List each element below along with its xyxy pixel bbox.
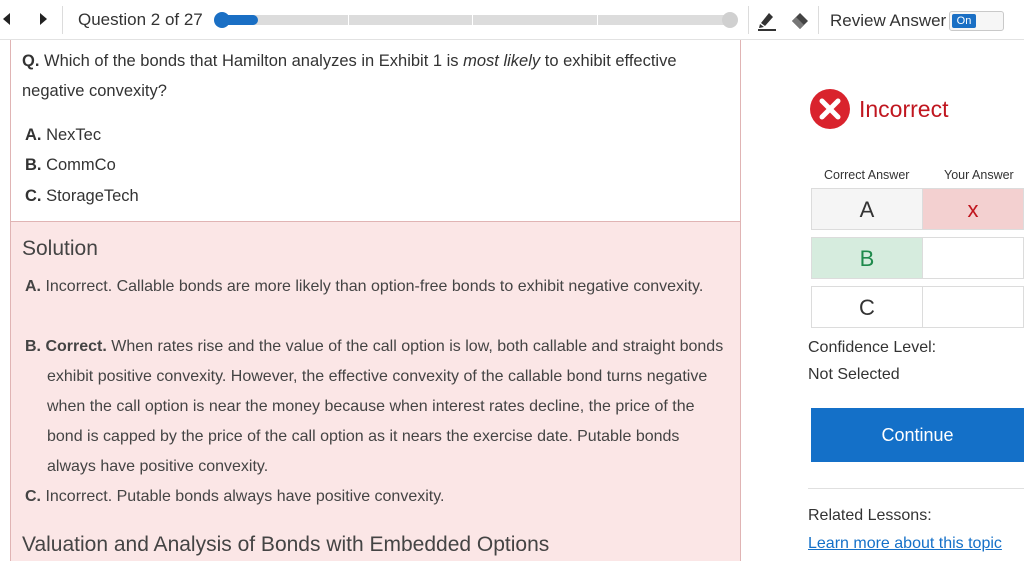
solution-title: Solution bbox=[22, 237, 98, 260]
question-emphasis: most likely bbox=[463, 52, 541, 70]
divider bbox=[62, 6, 63, 34]
confidence-label: Confidence Level: bbox=[808, 339, 937, 356]
solution-text: Callable bonds are more likely than opti… bbox=[116, 278, 704, 295]
solution-letter: B. bbox=[25, 338, 41, 355]
your-answer-cell bbox=[922, 237, 1024, 279]
progress-track bbox=[222, 15, 730, 25]
progress-bar[interactable] bbox=[214, 12, 738, 28]
progress-tick bbox=[597, 14, 598, 26]
answer-choice-c[interactable]: C. StorageTech bbox=[25, 187, 139, 206]
choice-letter: A. bbox=[25, 126, 42, 144]
question-text-part: Which of the bonds that Hamilton analyze… bbox=[39, 52, 464, 70]
solution-status: Correct. bbox=[45, 338, 107, 355]
choice-text: NexTec bbox=[46, 126, 102, 144]
choice-text: CommCo bbox=[46, 156, 116, 174]
progress-end-knob bbox=[722, 12, 738, 28]
question-counter: Question 2 of 27 bbox=[78, 10, 203, 29]
eraser-icon[interactable] bbox=[789, 9, 811, 31]
topic-title: Valuation and Analysis of Bonds with Emb… bbox=[22, 533, 550, 556]
divider bbox=[818, 6, 819, 34]
progress-tick bbox=[348, 14, 349, 26]
review-answer-label: Review Answer bbox=[830, 11, 947, 30]
progress-tick bbox=[472, 14, 473, 26]
continue-button[interactable]: Continue bbox=[811, 408, 1024, 462]
next-question-icon[interactable] bbox=[36, 10, 50, 28]
your-answer-cell bbox=[922, 286, 1024, 328]
question-text: Q. Which of the bonds that Hamilton anal… bbox=[22, 46, 712, 106]
incorrect-icon bbox=[809, 88, 851, 130]
question-panel: Q. Which of the bonds that Hamilton anal… bbox=[10, 40, 741, 222]
correct-answer-cell: B bbox=[811, 237, 923, 279]
solution-letter: A. bbox=[25, 278, 41, 295]
question-prefix: Q. bbox=[22, 52, 40, 70]
solution-item-c: C. Incorrect. Putable bonds always have … bbox=[25, 482, 725, 512]
choice-letter: B. bbox=[25, 156, 42, 174]
solution-letter: C. bbox=[25, 488, 41, 505]
choice-text: StorageTech bbox=[46, 187, 139, 205]
divider bbox=[808, 488, 1024, 489]
solution-status: Incorrect. bbox=[45, 278, 113, 295]
progress-start-knob bbox=[214, 12, 230, 28]
result-label: Incorrect bbox=[859, 96, 949, 122]
your-answer-header: Your Answer bbox=[944, 168, 1014, 182]
confidence-value: Not Selected bbox=[808, 366, 900, 383]
highlighter-icon[interactable] bbox=[756, 9, 778, 31]
divider bbox=[748, 6, 749, 34]
top-toolbar: Question 2 of 27 Review Answer On bbox=[0, 0, 1024, 40]
correct-answer-header: Correct Answer bbox=[824, 168, 910, 182]
solution-item-a: A. Incorrect. Callable bonds are more li… bbox=[25, 272, 725, 302]
solution-text: Putable bonds always have positive conve… bbox=[116, 488, 445, 505]
related-lesson-link[interactable]: Learn more about this topic bbox=[808, 535, 1002, 553]
answer-choice-b[interactable]: B. CommCo bbox=[25, 156, 116, 175]
correct-answer-cell: C bbox=[811, 286, 923, 328]
previous-question-icon[interactable] bbox=[0, 10, 14, 28]
correct-answer-cell: A bbox=[811, 188, 923, 230]
choice-letter: C. bbox=[25, 187, 42, 205]
solution-text: When rates rise and the value of the cal… bbox=[47, 338, 724, 475]
solution-status: Incorrect. bbox=[45, 488, 113, 505]
related-lessons-label: Related Lessons: bbox=[808, 507, 932, 524]
toggle-state: On bbox=[952, 14, 976, 28]
solution-item-b: B. Correct. When rates rise and the valu… bbox=[25, 332, 725, 482]
solution-panel: Solution A. Incorrect. Callable bonds ar… bbox=[10, 222, 741, 561]
review-answer-toggle[interactable]: On bbox=[949, 11, 1004, 31]
answer-choice-a[interactable]: A. NexTec bbox=[25, 126, 101, 145]
your-answer-cell: x bbox=[922, 188, 1024, 230]
